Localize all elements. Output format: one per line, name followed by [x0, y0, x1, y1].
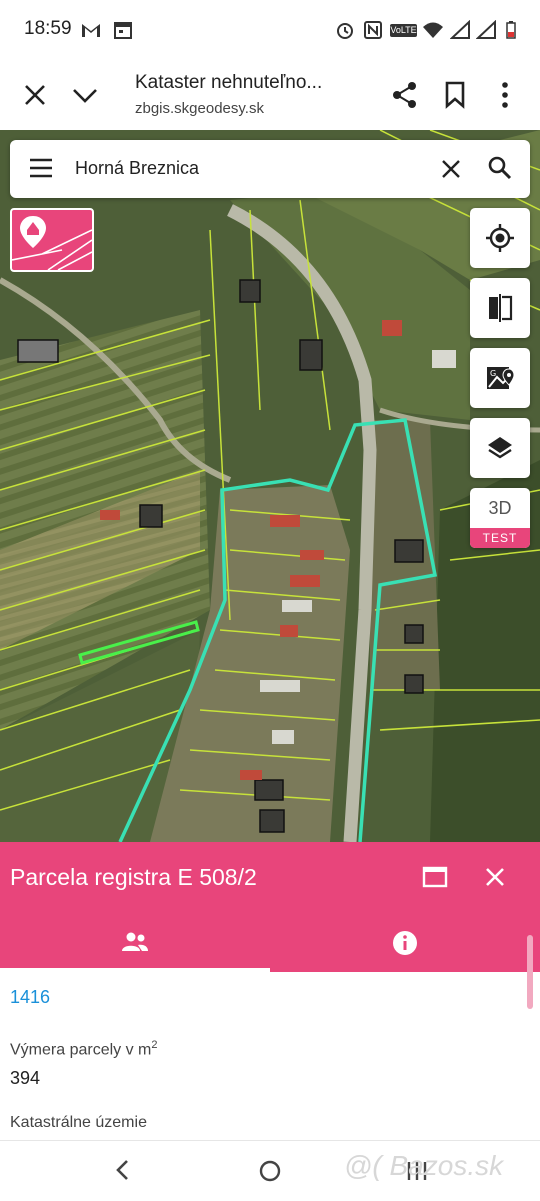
nfc-icon	[364, 21, 382, 39]
home-icon[interactable]	[257, 1158, 283, 1184]
crosshair-icon	[486, 224, 514, 252]
clear-search-icon[interactable]	[440, 158, 462, 180]
page-title: Kataster nehnuteľno...	[135, 72, 323, 93]
chevron-down-icon[interactable]	[70, 82, 100, 108]
status-bar: 18:59 VoLTE	[0, 0, 540, 62]
page-url: zbgis.skgeodesy.sk	[135, 100, 264, 117]
hamburger-menu-icon[interactable]	[28, 157, 54, 179]
3d-label: 3D	[488, 498, 512, 518]
alarm-icon	[337, 23, 353, 39]
people-icon	[122, 932, 148, 951]
info-icon	[393, 931, 417, 955]
close-panel-icon[interactable]	[484, 866, 506, 888]
area-label: Výmera parcely v m2	[10, 1039, 158, 1059]
battery-icon	[506, 21, 516, 39]
zbgis-logo[interactable]	[10, 208, 94, 272]
cadastre-label: Katastrálne územie	[10, 1114, 147, 1131]
panel-scrollbar[interactable]	[527, 935, 533, 1009]
signal-icon	[450, 20, 470, 39]
watermark: @( Bazos.sk	[344, 1150, 504, 1181]
compare-button[interactable]	[470, 278, 530, 338]
maximize-icon[interactable]	[422, 865, 448, 889]
map-marker-icon: G	[487, 367, 515, 389]
overflow-menu-icon[interactable]	[492, 80, 518, 110]
my-location-button[interactable]	[470, 208, 530, 268]
layers-button[interactable]	[470, 418, 530, 478]
bookmark-icon[interactable]	[442, 80, 468, 110]
wifi-icon	[423, 22, 443, 38]
map-pin-icon	[12, 216, 92, 270]
volte-badge: VoLTE	[390, 24, 417, 37]
area-value: 394	[10, 1068, 41, 1088]
google-maps-button[interactable]: G	[470, 348, 530, 408]
tab-owners[interactable]	[0, 915, 270, 970]
svg-text:G: G	[490, 369, 496, 378]
back-icon[interactable]	[112, 1158, 134, 1182]
owner-sheet-link[interactable]: 1416	[10, 987, 50, 1008]
share-icon[interactable]	[390, 80, 420, 110]
calendar-icon	[114, 22, 132, 39]
layers-icon	[488, 437, 512, 459]
tab-info[interactable]	[270, 915, 540, 970]
signal-icon-2	[476, 20, 496, 39]
close-tab-icon[interactable]	[22, 82, 48, 108]
search-icon[interactable]	[487, 155, 513, 181]
test-badge: TEST	[470, 528, 530, 548]
search-input[interactable]: Horná Breznica	[75, 158, 199, 179]
parcel-title: Parcela registra E 508/2	[10, 864, 257, 890]
gmail-icon	[82, 24, 100, 37]
status-time: 18:59	[24, 18, 72, 39]
compare-icon	[489, 294, 513, 322]
